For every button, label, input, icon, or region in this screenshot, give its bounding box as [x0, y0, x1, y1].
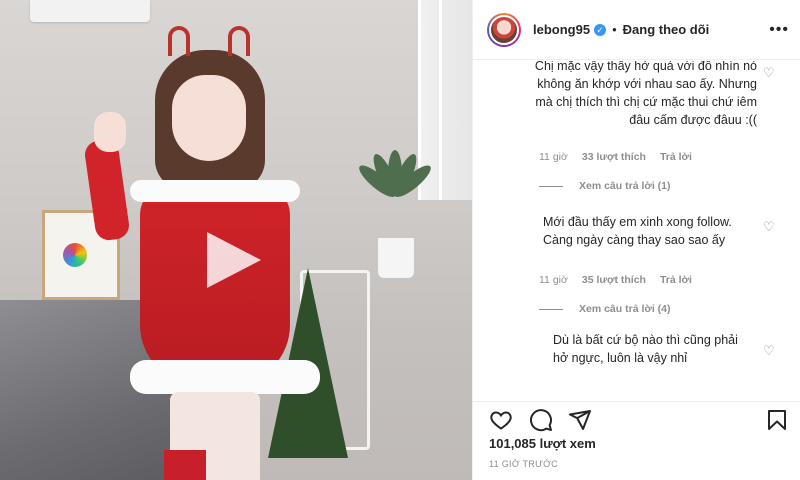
- plant-pot: [378, 238, 414, 278]
- post-sidebar: lebong95 ✓ • Đang theo dõi ••• Chị mặc v…: [472, 0, 800, 480]
- view-replies-label: Xem câu trả lời (1): [579, 180, 671, 192]
- separator-dot: •: [612, 22, 617, 37]
- post-header: lebong95 ✓ • Đang theo dõi •••: [473, 0, 800, 60]
- username[interactable]: lebong95: [533, 22, 590, 37]
- comment-time: 11 giờ: [539, 151, 568, 163]
- divider-line: [539, 308, 563, 310]
- heart-icon[interactable]: ♡: [763, 220, 775, 233]
- comment-text: Mới đầu thấy em xinh xong follow. Càng n…: [543, 215, 732, 247]
- video-subject: [60, 20, 320, 480]
- comment-meta: 11 giờ 33 lượt thích Trả lời: [539, 151, 692, 163]
- divider-line: [539, 185, 563, 187]
- comment-text: Dù là bất cứ bộ nào thì cũng phải hở ngự…: [553, 333, 738, 365]
- view-count[interactable]: 101,085 lượt xem: [489, 436, 596, 451]
- view-replies-button[interactable]: Xem câu trả lời (4): [539, 303, 671, 315]
- bookmark-icon[interactable]: [765, 408, 789, 432]
- reply-button[interactable]: Trả lời: [660, 274, 692, 286]
- comment-meta: 11 giờ 35 lượt thích Trả lời: [539, 274, 692, 286]
- more-horizontal-icon[interactable]: •••: [769, 21, 789, 39]
- view-replies-label: Xem câu trả lời (4): [579, 303, 671, 315]
- avatar[interactable]: [487, 12, 521, 47]
- heart-icon[interactable]: ♡: [763, 344, 775, 357]
- comment-text: Chị mặc vậy thấy hở quá với đồ nhìn nó k…: [534, 61, 757, 127]
- comment-likes[interactable]: 33 lượt thích: [582, 151, 646, 163]
- comment-time: 11 giờ: [539, 274, 568, 286]
- verified-badge-icon: ✓: [594, 23, 607, 36]
- background-plant: [350, 140, 440, 250]
- heart-icon[interactable]: [489, 408, 513, 432]
- share-icon[interactable]: [568, 408, 592, 432]
- action-bar: [473, 401, 800, 437]
- air-conditioner: [30, 0, 150, 22]
- comment-likes[interactable]: 35 lượt thích: [582, 274, 646, 286]
- heart-icon[interactable]: ♡: [763, 66, 775, 79]
- post-timestamp: 11 GIỜ TRƯỚC: [489, 459, 558, 469]
- play-icon[interactable]: [207, 232, 261, 288]
- view-replies-button[interactable]: Xem câu trả lời (1): [539, 180, 671, 192]
- comment-icon[interactable]: [529, 408, 553, 432]
- post-video[interactable]: [0, 0, 472, 480]
- comments-list[interactable]: Chị mặc vậy thấy hở quá với đồ nhìn nó k…: [473, 61, 800, 401]
- reply-button[interactable]: Trả lời: [660, 151, 692, 163]
- following-button[interactable]: Đang theo dõi: [623, 22, 710, 37]
